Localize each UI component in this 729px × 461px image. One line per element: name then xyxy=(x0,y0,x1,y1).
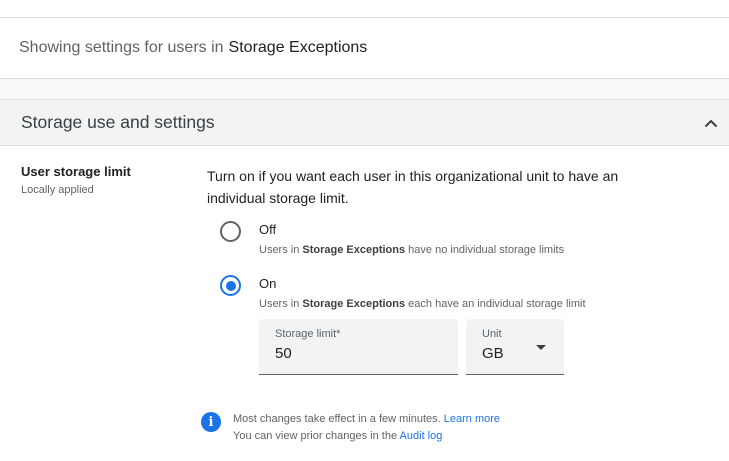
chevron-up-icon[interactable] xyxy=(703,115,719,131)
storage-limit-label: Storage limit* xyxy=(275,328,341,340)
option-off-description: Users in Storage Exceptions have no indi… xyxy=(259,244,565,256)
info-line-1: Most changes take effect in a few minute… xyxy=(233,413,501,425)
context-prefix: Showing settings for users in xyxy=(19,39,224,56)
radio-on[interactable] xyxy=(220,275,241,296)
section-title: Storage use and settings xyxy=(21,112,215,132)
option-on-label: On xyxy=(259,276,277,291)
audit-log-link[interactable]: Audit log xyxy=(400,430,443,442)
storage-limit-field[interactable]: Storage limit* 50 xyxy=(259,319,458,375)
context-org-unit: Storage Exceptions xyxy=(228,39,368,56)
section-spacer xyxy=(0,79,729,99)
info-icon: i xyxy=(201,412,221,432)
info-line-2: You can view prior changes in the Audit … xyxy=(233,430,443,442)
unit-value: GB xyxy=(482,345,504,362)
option-off[interactable]: Off Users in Storage Exceptions have no … xyxy=(220,221,564,256)
dropdown-arrow-icon xyxy=(536,345,546,350)
setting-status: Locally applied xyxy=(21,184,94,196)
setting-name: User storage limit xyxy=(21,164,131,179)
top-strip xyxy=(0,0,729,18)
org-unit-context-bar: Showing settings for users in Storage Ex… xyxy=(0,18,729,79)
info-notice: i Most changes take effect in a few minu… xyxy=(201,411,621,445)
option-on-description: Users in Storage Exceptions each have an… xyxy=(259,298,586,310)
unit-label: Unit xyxy=(482,328,502,340)
storage-limit-input[interactable]: 50 xyxy=(275,345,292,362)
setting-description: Turn on if you want each user in this or… xyxy=(207,168,619,206)
setting-info: User storage limit Locally applied xyxy=(21,164,191,196)
learn-more-link[interactable]: Learn more xyxy=(444,413,500,425)
radio-off[interactable] xyxy=(220,221,241,242)
section-header[interactable]: Storage use and settings xyxy=(0,99,729,146)
unit-select[interactable]: Unit GB xyxy=(466,319,564,375)
option-off-label: Off xyxy=(259,222,277,237)
option-on[interactable]: On Users in Storage Exceptions each have… xyxy=(220,275,586,310)
